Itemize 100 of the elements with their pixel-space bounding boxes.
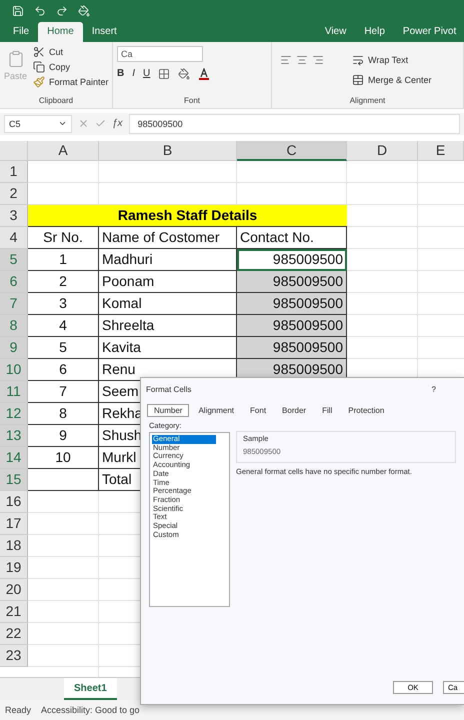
row-header[interactable]: 9	[0, 336, 28, 359]
table-cell: 3	[28, 292, 99, 315]
group-label: Alignment	[350, 96, 386, 107]
align-left-icon[interactable]	[280, 54, 292, 66]
group-label: Font	[184, 96, 200, 107]
merge-center-button[interactable]: Merge & Center	[352, 74, 432, 86]
column-header[interactable]: D	[347, 140, 418, 161]
row-header[interactable]: 19	[0, 556, 28, 579]
column-header[interactable]: B	[99, 140, 237, 161]
title-cell: Ramesh Staff Details	[28, 204, 347, 227]
insert-function-button[interactable]: ƒx	[112, 118, 123, 130]
row-header[interactable]: 7	[0, 292, 28, 315]
save-icon[interactable]	[12, 4, 24, 17]
ribbon-tab[interactable]: Power Pivot	[394, 22, 464, 42]
row-header[interactable]: 15	[0, 468, 28, 491]
row-header[interactable]: 20	[0, 578, 28, 601]
row-header[interactable]: 8	[0, 314, 28, 337]
table-cell: Poonam	[99, 270, 237, 293]
dialog-title: Format Cells	[146, 384, 192, 394]
column-header[interactable]: A	[28, 140, 99, 161]
italic-button[interactable]: I	[132, 68, 136, 80]
redo-icon[interactable]	[56, 4, 68, 17]
row-header[interactable]: 18	[0, 534, 28, 557]
table-cell: Sr No.	[28, 226, 99, 249]
row-header[interactable]: 4	[0, 226, 28, 249]
align-center-icon[interactable]	[296, 54, 308, 66]
group-label: Clipboard	[38, 96, 74, 107]
row-header[interactable]: 23	[0, 644, 28, 667]
table-cell: Madhuri	[99, 248, 237, 271]
column-header[interactable]: E	[418, 140, 464, 161]
underline-button[interactable]: U	[143, 68, 150, 80]
ribbon-tab[interactable]: View	[316, 22, 356, 42]
ribbon-tab[interactable]: Insert	[82, 22, 126, 42]
dialog-tab[interactable]: Fill	[315, 404, 340, 417]
borders-icon[interactable]	[158, 68, 170, 80]
table-cell: 985009500	[237, 292, 347, 315]
table-cell: 5	[28, 336, 99, 359]
copy-icon	[33, 60, 46, 73]
scissors-icon	[33, 46, 46, 58]
row-header[interactable]: 11	[0, 380, 28, 403]
table-cell: 9	[28, 424, 99, 447]
row-header[interactable]: 17	[0, 512, 28, 535]
row-header[interactable]: 22	[0, 622, 28, 645]
copy-button[interactable]: Copy	[33, 60, 109, 73]
row-header[interactable]: 13	[0, 424, 28, 447]
undo-icon[interactable]	[34, 4, 46, 17]
font-name-field[interactable]: Ca	[117, 46, 203, 62]
merge-cells-icon	[352, 74, 364, 86]
clipboard-icon	[6, 50, 24, 68]
row-header[interactable]: 3	[0, 204, 28, 227]
dialog-tab[interactable]: Font	[243, 404, 274, 417]
table-cell: Komal	[99, 292, 237, 315]
table-cell: 8	[28, 402, 99, 425]
sheet-tab[interactable]: Sheet1	[64, 678, 117, 700]
status-text: Ready	[5, 705, 32, 716]
accessibility-status[interactable]: Accessibility: Good to go	[41, 705, 140, 716]
dialog-tab[interactable]: Protection	[341, 404, 392, 417]
row-header[interactable]: 6	[0, 270, 28, 293]
name-box[interactable]: C5	[4, 114, 72, 133]
wrap-text-icon	[352, 54, 364, 66]
table-cell: Name of Costomer	[99, 226, 237, 249]
paintbrush-icon	[33, 76, 46, 88]
row-header[interactable]: 5	[0, 248, 28, 271]
table-cell: 4	[28, 314, 99, 337]
row-header[interactable]: 10	[0, 358, 28, 381]
table-cell: 6	[28, 358, 99, 381]
fill-color-icon[interactable]	[178, 68, 190, 80]
table-cell	[28, 468, 99, 491]
help-button[interactable]: ?	[432, 384, 436, 394]
bold-button[interactable]: B	[117, 68, 124, 80]
formula-field[interactable]: 985009500	[128, 114, 460, 134]
row-header[interactable]: 21	[0, 600, 28, 623]
align-right-icon[interactable]	[312, 54, 324, 66]
table-cell: 2	[28, 270, 99, 293]
row-header[interactable]: 2	[0, 182, 28, 205]
table-cell: 7	[28, 380, 99, 403]
wrap-text-button[interactable]: Wrap Text	[352, 54, 432, 66]
ribbon-tab[interactable]: File	[4, 22, 38, 42]
row-header[interactable]: 12	[0, 402, 28, 425]
cut-button[interactable]: Cut	[33, 46, 109, 58]
table-cell: 10	[28, 446, 99, 469]
column-header[interactable]: C	[237, 140, 347, 161]
table-cell: Kavita	[99, 336, 237, 359]
row-header[interactable]: 1	[0, 160, 28, 183]
dialog-tab[interactable]: Number	[147, 404, 190, 417]
font-color-icon[interactable]	[198, 68, 210, 80]
format-painter-button[interactable]: Format Painter	[33, 76, 109, 88]
paint-bucket-icon[interactable]	[78, 4, 90, 17]
row-header[interactable]: 14	[0, 446, 28, 469]
table-cell: 985009500	[237, 314, 347, 337]
table-cell: 985009500	[237, 336, 347, 359]
table-cell: 1	[28, 248, 99, 271]
dialog-tab[interactable]: Border	[275, 404, 314, 417]
table-cell: 985009500	[237, 270, 347, 293]
table-cell: 985009500	[237, 248, 347, 271]
ribbon-tab[interactable]: Help	[355, 22, 394, 42]
table-cell: Contact No.	[237, 226, 347, 249]
row-header[interactable]: 16	[0, 490, 28, 513]
ribbon-tab[interactable]: Home	[38, 22, 83, 42]
table-cell: Shreelta	[99, 314, 237, 337]
